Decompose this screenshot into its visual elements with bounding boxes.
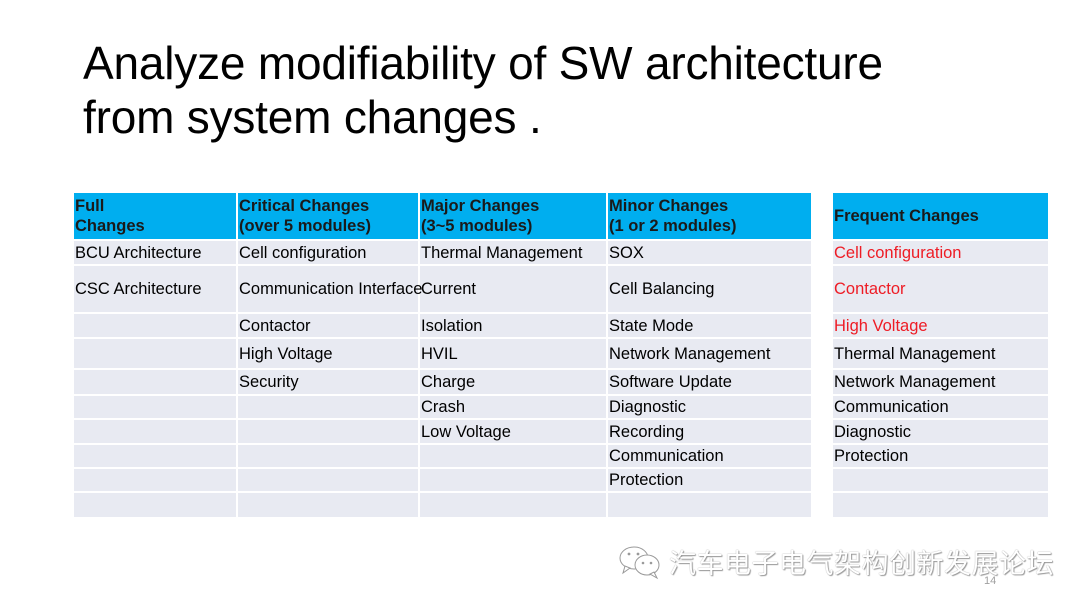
- cell-full-changes: [74, 339, 238, 370]
- cell-full-changes: CSC Architecture: [74, 266, 238, 314]
- table-row: High Voltage HVIL Network Management: [74, 339, 811, 370]
- cell-full-changes: [74, 396, 238, 420]
- page-number: 14: [984, 575, 997, 587]
- cell-full-changes: BCU Architecture: [74, 241, 238, 266]
- cell-critical-changes: High Voltage: [238, 339, 420, 370]
- cell-major-changes: Low Voltage: [420, 420, 608, 445]
- table-header-row: Frequent Changes: [833, 193, 1048, 241]
- header-line: Major Changes: [421, 197, 540, 215]
- cell-major-changes: Thermal Management: [420, 241, 608, 266]
- header-major-changes: Major Changes (3~5 modules): [420, 193, 608, 241]
- cell-critical-changes: Cell configuration: [238, 241, 420, 266]
- table-row: Communication: [74, 445, 811, 469]
- table-row: Crash Diagnostic: [74, 396, 811, 420]
- cell-critical-changes: [238, 396, 420, 420]
- change-classification-table: Full Changes Critical Changes (over 5 modu…: [74, 193, 811, 517]
- header-line: (over 5 modules): [239, 217, 372, 235]
- cell-minor-changes: State Mode: [608, 314, 811, 339]
- table-row: BCU Architecture Cell configuration Therma…: [74, 241, 811, 266]
- cell-minor-changes: Protection: [608, 469, 811, 493]
- table-row: Protection: [74, 469, 811, 493]
- cell-full-changes: [74, 469, 238, 493]
- table-row: Thermal Management: [833, 339, 1048, 370]
- table-row: [833, 493, 1048, 517]
- cell-major-changes: Current: [420, 266, 608, 314]
- header-critical-changes: Critical Changes (over 5 modules): [238, 193, 420, 241]
- header-line: (3~5 modules): [421, 217, 533, 235]
- cell-critical-changes: [238, 420, 420, 445]
- cell-major-changes: Charge: [420, 370, 608, 396]
- slide-title-line-2: from system changes .: [83, 91, 542, 143]
- cell-full-changes: [74, 314, 238, 339]
- header-full-changes: Full Changes: [74, 193, 238, 241]
- cell-full-changes: [74, 493, 238, 517]
- table-row: Network Management: [833, 370, 1048, 396]
- slide-title: Analyze modifiability of SW architecture…: [83, 36, 1023, 144]
- cell-frequent-change: Cell configuration: [833, 241, 1048, 266]
- cell-major-changes: HVIL: [420, 339, 608, 370]
- table-header-row: Full Changes Critical Changes (over 5 modu…: [74, 193, 811, 241]
- slide-title-line-1: Analyze modifiability of SW architecture: [83, 37, 883, 89]
- cell-minor-changes: SOX: [608, 241, 811, 266]
- cell-minor-changes: Recording: [608, 420, 811, 445]
- cell-minor-changes: Communication: [608, 445, 811, 469]
- cell-frequent-change: Diagnostic: [833, 420, 1048, 445]
- table-row: [74, 493, 811, 517]
- cell-critical-changes: [238, 469, 420, 493]
- table-row: Cell configuration: [833, 241, 1048, 266]
- cell-frequent-change: Network Management: [833, 370, 1048, 396]
- table-row: Communication: [833, 396, 1048, 420]
- header-frequent-changes: Frequent Changes: [833, 193, 1048, 241]
- cell-full-changes: [74, 420, 238, 445]
- cell-frequent-change: Contactor: [833, 266, 1048, 314]
- cell-minor-changes: Software Update: [608, 370, 811, 396]
- header-line: Changes: [75, 217, 145, 235]
- cell-frequent-change: Protection: [833, 445, 1048, 469]
- header-line: Critical Changes: [239, 197, 370, 215]
- table-row: Protection: [833, 445, 1048, 469]
- cell-critical-changes: [238, 493, 420, 517]
- cell-frequent-change: Communication: [833, 396, 1048, 420]
- watermark-text: 汽车电子电气架构创新发展论坛: [669, 549, 1054, 579]
- table-row: CSC Architecture Communication Interface C…: [74, 266, 811, 314]
- cell-frequent-change: [833, 493, 1048, 517]
- cell-critical-changes: Communication Interface: [238, 266, 422, 314]
- cell-major-changes: Crash: [420, 396, 608, 420]
- cell-major-changes: [420, 445, 608, 469]
- table-row: Low Voltage Recording: [74, 420, 811, 445]
- header-line: Full: [75, 197, 105, 215]
- cell-frequent-change: High Voltage: [833, 314, 1048, 339]
- table-row: Security Charge Software Update: [74, 370, 811, 396]
- table-row: Diagnostic: [833, 420, 1048, 445]
- header-line: (1 or 2 modules): [609, 217, 737, 235]
- header-line: Minor Changes: [609, 197, 729, 215]
- cell-frequent-change: [833, 469, 1048, 493]
- table-row: High Voltage: [833, 314, 1048, 339]
- cell-frequent-change: Thermal Management: [833, 339, 1048, 370]
- cell-minor-changes: Network Management: [608, 339, 811, 370]
- cell-full-changes: [74, 370, 238, 396]
- table-row: Contactor Isolation State Mode: [74, 314, 811, 339]
- cell-major-changes: Isolation: [420, 314, 608, 339]
- cell-full-changes: [74, 445, 238, 469]
- frequent-changes-table: Frequent Changes Cell configuration Conta…: [833, 193, 1048, 517]
- wechat-icon: [619, 546, 660, 579]
- cell-critical-changes: Contactor: [238, 314, 420, 339]
- table-row: Contactor: [833, 266, 1048, 314]
- cell-minor-changes: Diagnostic: [608, 396, 811, 420]
- cell-critical-changes: Security: [238, 370, 420, 396]
- cell-major-changes: [420, 469, 608, 493]
- cell-minor-changes: [608, 493, 811, 517]
- cell-major-changes: [420, 493, 608, 517]
- table-row: [833, 469, 1048, 493]
- cell-critical-changes: [238, 445, 420, 469]
- cell-minor-changes: Cell Balancing: [608, 266, 811, 314]
- header-minor-changes: Minor Changes (1 or 2 modules): [608, 193, 811, 241]
